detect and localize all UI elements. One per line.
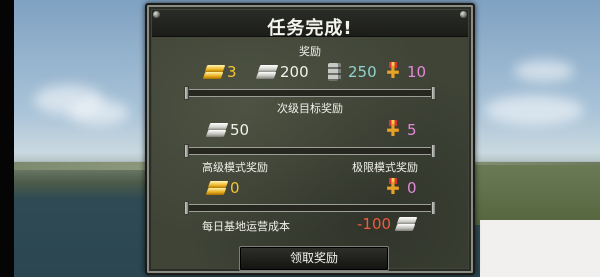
gold-bar-icon xyxy=(202,62,224,82)
advanced-header: 高级模式奖励 xyxy=(202,161,268,174)
overlay-blank-box xyxy=(480,220,600,277)
medal-icon xyxy=(382,178,404,198)
daily-cost: -100 xyxy=(357,214,416,234)
section-divider xyxy=(184,201,436,215)
silver-bar-icon xyxy=(394,214,416,234)
secondary-medals-value: 5 xyxy=(407,121,417,139)
fuel-barrel-icon xyxy=(323,62,345,82)
reward-fuel: 250 xyxy=(323,62,377,82)
advanced-gold: 0 xyxy=(205,178,240,198)
section-divider xyxy=(184,86,436,100)
advanced-gold-value: 0 xyxy=(230,179,240,197)
mission-complete-dialog: 任务完成! 奖励 3 200 250 10 次级目标奖励 50 5 高级模式奖励… xyxy=(145,3,475,275)
claim-reward-button[interactable]: 领取奖励 xyxy=(239,246,389,271)
screen-edge xyxy=(0,0,14,277)
rivet-icon xyxy=(460,11,467,18)
reward-medals-value: 10 xyxy=(407,63,427,81)
reward-gold-value: 3 xyxy=(227,63,237,81)
section-divider xyxy=(184,144,436,158)
silver-bar-icon xyxy=(205,120,227,140)
reward-header: 奖励 xyxy=(299,45,321,58)
medal-icon xyxy=(382,62,404,82)
gold-bar-icon xyxy=(205,178,227,198)
secondary-medals: 5 xyxy=(382,120,417,140)
extreme-medals-value: 0 xyxy=(407,179,417,197)
secondary-header: 次级目标奖励 xyxy=(277,102,343,115)
reward-fuel-value: 250 xyxy=(348,63,377,81)
daily-cost-value: -100 xyxy=(357,215,392,233)
reward-medals: 10 xyxy=(382,62,426,82)
medal-icon xyxy=(382,120,404,140)
rivet-icon xyxy=(153,11,160,18)
reward-gold: 3 xyxy=(202,62,237,82)
reward-silver: 200 xyxy=(255,62,309,82)
title-bar: 任务完成! xyxy=(152,10,468,39)
reward-silver-value: 200 xyxy=(280,63,309,81)
daily-cost-label: 每日基地运营成本 xyxy=(202,220,290,233)
extreme-header: 极限模式奖励 xyxy=(352,161,418,174)
secondary-silver-value: 50 xyxy=(230,121,250,139)
secondary-silver: 50 xyxy=(205,120,249,140)
silver-bar-icon xyxy=(255,62,277,82)
extreme-medals: 0 xyxy=(382,178,417,198)
